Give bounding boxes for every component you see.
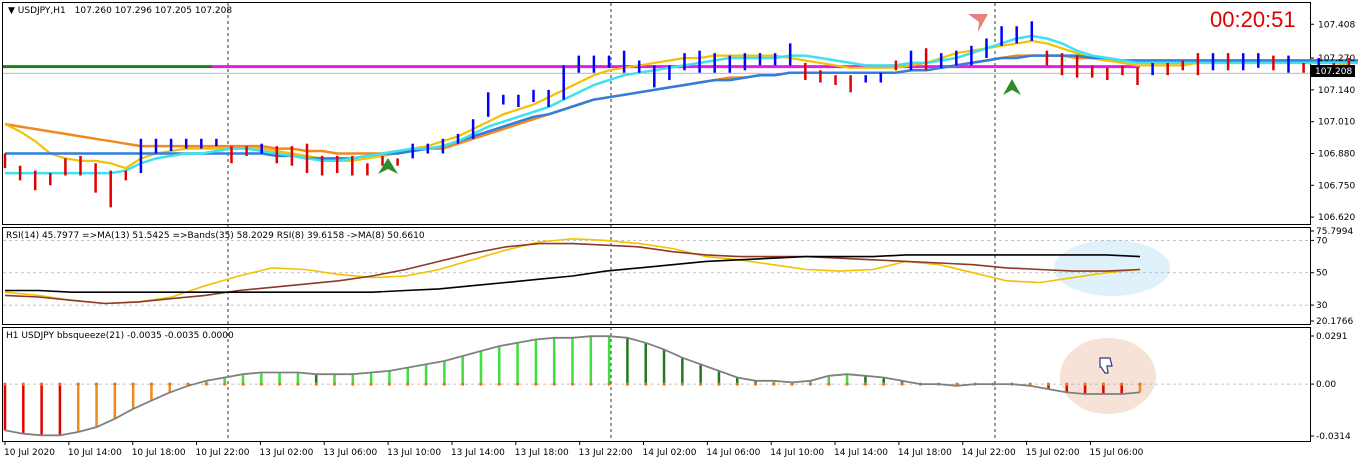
time-tick-label: 14 Jul 18:00: [898, 448, 952, 458]
squeeze-dot: [515, 382, 520, 386]
price-tick-label: 107.140: [1318, 86, 1355, 96]
chart-canvas: 107.208 ▼ USDJPY,H1 107.260 107.296 107.…: [0, 0, 1358, 463]
rsi-tick-label: 30: [1316, 301, 1328, 311]
squeeze-dot: [461, 382, 465, 386]
squeeze-dot: [570, 382, 575, 386]
squeeze-dot: [424, 382, 428, 386]
squeeze-dot: [113, 382, 117, 386]
squeeze-dot: [900, 382, 904, 386]
squeeze-dot: [204, 382, 208, 386]
squeeze-dot: [644, 382, 648, 386]
time-tick-label: 15 Jul 06:00: [1089, 448, 1143, 458]
squeeze-dot: [387, 382, 392, 386]
time-tick-label: 14 Jul 10:00: [770, 448, 824, 458]
squeeze-dot: [534, 382, 538, 386]
squeeze-dot: [497, 382, 501, 386]
squeeze-dot: [735, 382, 739, 386]
time-tick-label: 13 Jul 14:00: [451, 448, 505, 458]
squeeze-dot: [406, 382, 410, 386]
squeeze-dot: [1046, 382, 1051, 386]
squeeze-dot: [863, 382, 868, 386]
time-tick-label: 14 Jul 14:00: [834, 448, 888, 458]
price-tick-label: 106.880: [1318, 149, 1355, 159]
squeeze-dot: [772, 382, 776, 386]
squeeze-dot: [131, 382, 135, 386]
squeeze-dot: [369, 382, 373, 386]
rsi-tick-label: 50: [1316, 269, 1328, 279]
squeeze-dot: [808, 382, 813, 386]
squeeze-dot: [607, 382, 611, 386]
time-tick-label: 13 Jul 10:00: [387, 448, 441, 458]
current-price-label: 107.208: [1315, 67, 1352, 77]
squeeze-label: H1 USDJPY bbsqueeze(21) -0.0035 -0.0035 …: [6, 331, 234, 341]
squeeze-tick-label: -0.0314: [1316, 432, 1351, 442]
ohlc-values: 107.260 107.296 107.205 107.208: [75, 6, 233, 16]
price-tick-label: 107.010: [1318, 118, 1355, 128]
squeeze-dot: [241, 382, 245, 386]
squeeze-dot: [277, 382, 282, 386]
price-tick-label: 107.270: [1318, 54, 1355, 64]
time-tick-label: 14 Jul 02:00: [643, 448, 697, 458]
squeeze-dot: [442, 382, 446, 386]
time-tick-label: 10 Jul 2020: [4, 448, 55, 458]
squeeze-dot: [1065, 382, 1069, 386]
time-tick-label: 10 Jul 14:00: [68, 448, 122, 458]
squeeze-dot: [1083, 382, 1087, 386]
squeeze-dot: [40, 382, 44, 386]
squeeze-highlight-ellipse: [1060, 338, 1156, 414]
time-tick-label: 13 Jul 06:00: [323, 448, 377, 458]
squeeze-dot: [21, 382, 25, 386]
price-tick-label: 106.750: [1318, 181, 1355, 191]
time-tick-label: 15 Jul 02:00: [1026, 448, 1080, 458]
squeeze-dot: [882, 382, 886, 386]
time-tick-label: 10 Jul 22:00: [196, 448, 250, 458]
squeeze-dot: [149, 382, 154, 386]
squeeze-dot: [259, 382, 263, 386]
squeeze-dot: [717, 382, 721, 386]
squeeze-dot: [1120, 382, 1124, 386]
squeeze-dot: [625, 382, 630, 386]
squeeze-dot: [1138, 382, 1142, 386]
squeeze-dot: [94, 382, 99, 386]
rsi-highlight-ellipse: [1054, 240, 1170, 296]
squeeze-dot: [589, 382, 593, 386]
rsi-tick-label: 70: [1316, 236, 1328, 246]
time-tick-label: 10 Jul 18:00: [132, 448, 186, 458]
rsi-tick-label: 20.1766: [1316, 317, 1353, 327]
squeeze-dot: [3, 382, 7, 386]
squeeze-dot: [662, 382, 666, 386]
candle-timer: 00:20:51: [1210, 7, 1296, 32]
time-tick-label: 14 Jul 22:00: [962, 448, 1016, 458]
collapse-triangle-icon: ▼: [8, 6, 18, 16]
squeeze-dot: [753, 382, 758, 386]
squeeze-dot: [845, 382, 849, 386]
time-tick-label: 13 Jul 22:00: [579, 448, 633, 458]
squeeze-dot: [296, 382, 300, 386]
chart-title: ▼ USDJPY,H1 107.260 107.296 107.205 107.…: [8, 6, 232, 16]
squeeze-dot: [168, 382, 172, 386]
price-tick-label: 106.620: [1318, 213, 1355, 223]
squeeze-dot: [58, 382, 62, 386]
squeeze-dot: [332, 382, 337, 386]
squeeze-dot: [1101, 382, 1105, 386]
squeeze-dot: [552, 382, 556, 386]
squeeze-dot: [351, 382, 355, 386]
squeeze-dot: [223, 382, 227, 386]
rsi-label: RSI(14) 45.7977 =>MA(13) 51.5425 =>Bands…: [6, 231, 425, 241]
squeeze-dot: [314, 382, 318, 386]
time-tick-label: 13 Jul 18:00: [515, 448, 569, 458]
time-tick-label: 13 Jul 02:00: [259, 448, 313, 458]
squeeze-dot: [827, 382, 831, 386]
time-tick-label: 14 Jul 06:00: [706, 448, 760, 458]
squeeze-dot: [680, 382, 684, 386]
squeeze-tick-label: 0.00: [1316, 380, 1336, 390]
price-tick-label: 107.408: [1318, 20, 1355, 30]
squeeze-dot: [479, 382, 483, 386]
squeeze-dot: [699, 382, 703, 386]
squeeze-tick-label: 0.0291: [1316, 332, 1348, 342]
squeeze-dot: [76, 382, 80, 386]
